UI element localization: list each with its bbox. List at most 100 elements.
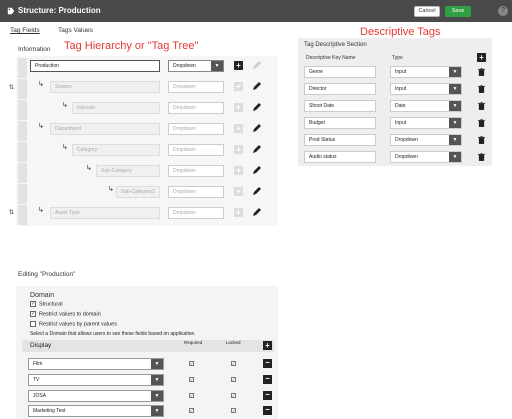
descriptive-key-field[interactable]: Prod Status: [304, 134, 376, 146]
structural-checkbox[interactable]: ✓: [30, 301, 36, 307]
restrict-domain-checkbox[interactable]: ✓: [30, 311, 36, 317]
tag-type-select[interactable]: Dropdown: [168, 165, 224, 177]
display-select[interactable]: TV ▼: [28, 374, 164, 386]
cancel-button[interactable]: Cancel: [414, 6, 440, 17]
descriptive-type-select[interactable]: Dropdown ▼: [390, 134, 462, 146]
descriptive-key-field[interactable]: Shoot Date: [304, 100, 376, 112]
pencil-icon[interactable]: [252, 186, 262, 196]
descriptive-type-select[interactable]: Date ▼: [390, 100, 462, 112]
restrict-parent-checkbox-row[interactable]: Restrict values by parent values: [30, 321, 117, 327]
descriptive-type-select[interactable]: Dropdown ▼: [390, 151, 462, 163]
add-child-button[interactable]: +: [234, 145, 243, 154]
descriptive-key-field[interactable]: Director: [304, 83, 376, 95]
locked-checkbox[interactable]: ✓: [231, 377, 236, 382]
pencil-icon[interactable]: [252, 102, 262, 112]
tag-name-field[interactable]: Production: [30, 60, 160, 72]
chevron-down-icon: ▼: [449, 84, 461, 94]
descriptive-key-field[interactable]: Genre: [304, 66, 376, 78]
remove-display-button[interactable]: −: [263, 391, 272, 400]
add-display-button[interactable]: +: [263, 341, 272, 350]
add-child-button[interactable]: +: [234, 61, 243, 70]
tag-name-field[interactable]: Sub-Category2: [116, 186, 160, 198]
required-checkbox[interactable]: ✓: [189, 377, 194, 382]
trash-icon[interactable]: [478, 68, 485, 76]
display-select[interactable]: JOSA ▼: [28, 390, 164, 402]
chevron-down-icon: ▼: [151, 375, 163, 385]
tag-name-field[interactable]: Asset Type: [50, 207, 160, 219]
drag-handle[interactable]: [18, 79, 27, 99]
locked-checkbox[interactable]: ✓: [231, 408, 236, 413]
tag-type-select[interactable]: Dropdown: [168, 123, 224, 135]
restrict-parent-checkbox[interactable]: [30, 321, 36, 327]
tag-type-select[interactable]: Dropdown: [168, 186, 224, 198]
pencil-icon[interactable]: [252, 165, 262, 175]
descriptive-type-select[interactable]: Input ▼: [390, 66, 462, 78]
add-child-button[interactable]: +: [234, 124, 243, 133]
tag-type-select[interactable]: Dropdown ▼: [168, 60, 224, 72]
window-title: Structure: Production: [18, 6, 101, 15]
trash-icon[interactable]: [478, 153, 485, 161]
pencil-icon[interactable]: [252, 144, 262, 154]
child-arrow-icon: ↳: [62, 144, 68, 151]
descriptive-type-select[interactable]: Input ▼: [390, 83, 462, 95]
pencil-icon[interactable]: [252, 207, 262, 217]
tag-type-select[interactable]: Dropdown: [168, 207, 224, 219]
tag-type-select[interactable]: Dropdown: [168, 144, 224, 156]
required-checkbox[interactable]: ✓: [189, 393, 194, 398]
drag-handle[interactable]: [18, 58, 27, 78]
display-select[interactable]: Marketing Test ▼: [28, 405, 164, 417]
display-select[interactable]: Film ▼: [28, 358, 164, 370]
remove-display-button[interactable]: −: [263, 359, 272, 368]
locked-header: Locked: [226, 340, 241, 345]
trash-icon[interactable]: [478, 119, 485, 127]
trash-icon[interactable]: [478, 102, 485, 110]
drag-handle[interactable]: [18, 121, 27, 141]
drag-handle[interactable]: [18, 142, 27, 162]
tag-type-select[interactable]: Dropdown: [168, 81, 224, 93]
drag-handle[interactable]: [18, 184, 27, 204]
pencil-icon[interactable]: [252, 81, 262, 91]
remove-display-button[interactable]: −: [263, 375, 272, 384]
child-arrow-icon: ↳: [86, 165, 92, 172]
tag-name-field[interactable]: Episode: [72, 102, 160, 114]
required-checkbox[interactable]: ✓: [189, 361, 194, 366]
child-arrow-icon: ↳: [38, 207, 44, 214]
pencil-icon[interactable]: [252, 60, 262, 70]
locked-checkbox[interactable]: ✓: [231, 393, 236, 398]
tab-tag-fields[interactable]: Tag Fields: [10, 27, 40, 34]
tag-name-field[interactable]: Sub-Category: [96, 165, 160, 177]
trash-icon[interactable]: [478, 85, 485, 93]
tag-name-field[interactable]: Department: [50, 123, 160, 135]
save-button[interactable]: Save: [445, 6, 471, 17]
add-descriptive-button[interactable]: +: [477, 53, 486, 62]
pencil-icon[interactable]: [252, 123, 262, 133]
move-updown-icon[interactable]: ⇅: [9, 84, 14, 91]
trash-icon[interactable]: [478, 136, 485, 144]
add-child-button[interactable]: +: [234, 82, 243, 91]
move-updown-icon[interactable]: ⇅: [9, 209, 14, 216]
add-child-button[interactable]: +: [234, 187, 243, 196]
drag-handle[interactable]: [18, 205, 27, 225]
locked-checkbox[interactable]: ✓: [231, 361, 236, 366]
tag-name-field[interactable]: Category: [72, 144, 160, 156]
required-checkbox[interactable]: ✓: [189, 408, 194, 413]
add-child-button[interactable]: +: [234, 208, 243, 217]
remove-display-button[interactable]: −: [263, 406, 272, 415]
display-label: Display: [30, 342, 52, 349]
help-icon[interactable]: ?: [498, 6, 508, 16]
add-child-button[interactable]: +: [234, 103, 243, 112]
tag-type-value: Dropdown: [173, 126, 196, 132]
descriptive-key-field[interactable]: Budget: [304, 117, 376, 129]
tab-tags-values[interactable]: Tags Values: [58, 27, 93, 34]
structural-checkbox-row[interactable]: ✓ Structural: [30, 301, 63, 307]
tag-name-field[interactable]: Season: [50, 81, 160, 93]
descriptive-type-select[interactable]: Input ▼: [390, 117, 462, 129]
drag-handle[interactable]: [18, 100, 27, 120]
descriptive-type-header: Type: [392, 55, 403, 61]
tag-type-select[interactable]: Dropdown: [168, 102, 224, 114]
descriptive-key-field[interactable]: Audio status: [304, 151, 376, 163]
information-title: Information: [18, 46, 51, 53]
restrict-domain-checkbox-row[interactable]: ✓ Restrict values to domain: [30, 311, 101, 317]
drag-handle[interactable]: [18, 163, 27, 183]
add-child-button[interactable]: +: [234, 166, 243, 175]
